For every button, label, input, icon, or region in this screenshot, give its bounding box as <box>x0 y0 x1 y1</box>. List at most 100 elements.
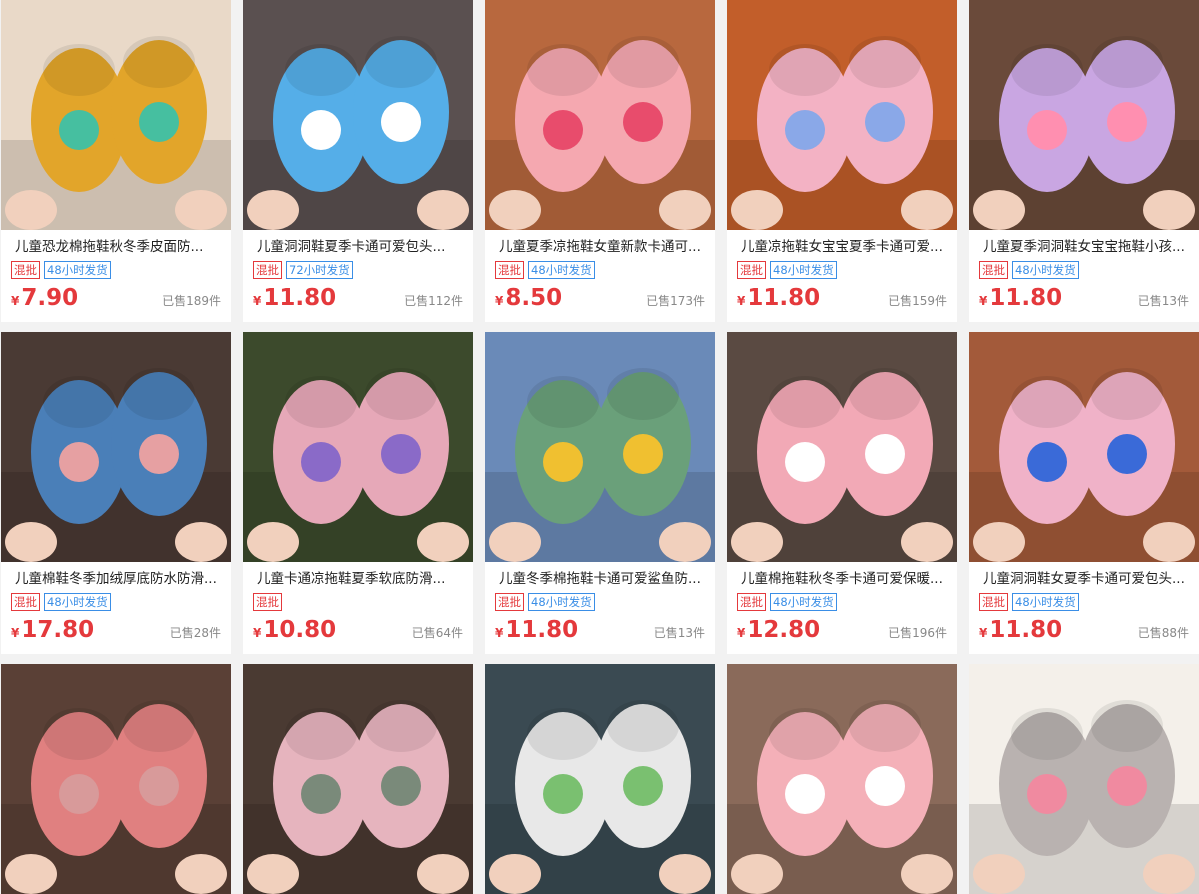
product-card[interactable]: 儿童冬季棉拖鞋卡通可爱鲨鱼防... 混批 48小时发货 ¥11.80 已售13件 <box>485 332 715 654</box>
product-card[interactable]: 儿童卡通凉拖鞋夏季软底防滑... 混批 ¥10.80 已售64件 <box>243 332 473 654</box>
product-card[interactable]: 儿童棉鞋冬季加绒厚底防水防滑... 混批 48小时发货 ¥17.80 已售28件 <box>1 332 231 654</box>
product-card[interactable]: 儿童洞洞鞋女夏季卡通可爱包头... 混批 48小时发货 ¥11.80 已售88件 <box>969 332 1199 654</box>
product-thumbnail[interactable] <box>243 0 473 230</box>
product-thumbnail[interactable] <box>969 664 1199 894</box>
product-card[interactable]: 儿童凉拖鞋女宝宝夏季卡通可爱... 混批 48小时发货 ¥11.80 已售159件 <box>727 0 957 322</box>
product-image[interactable] <box>243 0 473 230</box>
shipping-badge: 48小时发货 <box>770 593 837 611</box>
product-title[interactable]: 儿童洞洞鞋女夏季卡通可爱包头... <box>983 570 1189 588</box>
product-image[interactable] <box>485 0 715 230</box>
product-title[interactable]: 儿童洞洞鞋夏季卡通可爱包头... <box>257 238 463 256</box>
product-thumbnail[interactable] <box>485 332 715 562</box>
product-image[interactable] <box>1 332 231 562</box>
product-tags: 混批 48小时发货 <box>495 593 715 611</box>
product-price: ¥17.80 <box>11 617 94 643</box>
product-tags: 混批 48小时发货 <box>979 593 1199 611</box>
currency-symbol: ¥ <box>979 626 988 640</box>
product-thumbnail[interactable] <box>969 332 1199 562</box>
product-thumbnail[interactable] <box>243 664 473 894</box>
price-row: ¥8.50 已售173件 <box>495 285 705 311</box>
product-image[interactable] <box>485 664 715 894</box>
product-card[interactable] <box>969 664 1199 894</box>
product-image[interactable] <box>727 0 957 230</box>
price-row: ¥10.80 已售64件 <box>253 617 463 643</box>
mixed-batch-badge: 混批 <box>495 593 524 611</box>
product-card[interactable] <box>727 664 957 894</box>
product-price: ¥11.80 <box>979 285 1062 311</box>
mixed-batch-badge: 混批 <box>11 261 40 279</box>
sold-count: 已售88件 <box>1137 626 1189 640</box>
product-image[interactable] <box>485 332 715 562</box>
product-price: ¥10.80 <box>253 617 336 643</box>
product-card[interactable]: 儿童恐龙棉拖鞋秋冬季皮面防... 混批 48小时发货 ¥7.90 已售189件 <box>1 0 231 322</box>
product-thumbnail[interactable] <box>727 0 957 230</box>
product-image[interactable] <box>727 332 957 562</box>
currency-symbol: ¥ <box>495 626 504 640</box>
product-title[interactable]: 儿童棉鞋冬季加绒厚底防水防滑... <box>15 570 221 588</box>
price-row: ¥7.90 已售189件 <box>11 285 221 311</box>
sold-count: 已售159件 <box>888 294 947 308</box>
product-card[interactable]: 儿童夏季洞洞鞋女宝宝拖鞋小孩... 混批 48小时发货 ¥11.80 已售13件 <box>969 0 1199 322</box>
product-tags: 混批 48小时发货 <box>495 261 715 279</box>
price-value: 17.80 <box>21 617 95 643</box>
product-card[interactable]: 儿童夏季凉拖鞋女童新款卡通可... 混批 48小时发货 ¥8.50 已售173件 <box>485 0 715 322</box>
product-title[interactable]: 儿童恐龙棉拖鞋秋冬季皮面防... <box>15 238 221 256</box>
product-thumbnail[interactable] <box>727 332 957 562</box>
price-value: 11.80 <box>989 285 1063 311</box>
product-card[interactable] <box>1 664 231 894</box>
shipping-badge: 48小时发货 <box>1012 593 1079 611</box>
product-thumbnail[interactable] <box>1 664 231 894</box>
sold-count: 已售112件 <box>404 294 463 308</box>
mixed-batch-badge: 混批 <box>737 261 766 279</box>
product-image[interactable] <box>1 0 231 230</box>
currency-symbol: ¥ <box>11 626 20 640</box>
price-row: ¥11.80 已售88件 <box>979 617 1189 643</box>
product-title[interactable]: 儿童夏季凉拖鞋女童新款卡通可... <box>499 238 705 256</box>
price-value: 11.80 <box>747 285 821 311</box>
mixed-batch-badge: 混批 <box>11 593 40 611</box>
price-row: ¥11.80 已售13件 <box>495 617 705 643</box>
mixed-batch-badge: 混批 <box>979 593 1008 611</box>
product-price: ¥11.80 <box>253 285 336 311</box>
product-tags: 混批 48小时发货 <box>11 261 231 279</box>
product-thumbnail[interactable] <box>243 332 473 562</box>
product-thumbnail[interactable] <box>969 0 1199 230</box>
product-title[interactable]: 儿童冬季棉拖鞋卡通可爱鲨鱼防... <box>499 570 705 588</box>
price-value: 11.80 <box>989 617 1063 643</box>
product-thumbnail[interactable] <box>485 664 715 894</box>
product-card[interactable] <box>243 664 473 894</box>
product-thumbnail[interactable] <box>485 0 715 230</box>
product-title[interactable]: 儿童棉拖鞋秋冬季卡通可爱保暖... <box>741 570 947 588</box>
product-price: ¥11.80 <box>737 285 820 311</box>
product-title[interactable]: 儿童凉拖鞋女宝宝夏季卡通可爱... <box>741 238 947 256</box>
product-card[interactable]: 儿童洞洞鞋夏季卡通可爱包头... 混批 72小时发货 ¥11.80 已售112件 <box>243 0 473 322</box>
product-card[interactable] <box>485 664 715 894</box>
currency-symbol: ¥ <box>253 626 262 640</box>
shipping-badge: 48小时发货 <box>528 261 595 279</box>
product-thumbnail[interactable] <box>1 0 231 230</box>
currency-symbol: ¥ <box>253 294 262 308</box>
product-image[interactable] <box>243 664 473 894</box>
product-tags: 混批 72小时发货 <box>253 261 473 279</box>
product-thumbnail[interactable] <box>727 664 957 894</box>
product-image[interactable] <box>969 332 1199 562</box>
product-tags: 混批 48小时发货 <box>737 261 957 279</box>
product-image[interactable] <box>727 664 957 894</box>
product-image[interactable] <box>1 664 231 894</box>
shipping-badge: 48小时发货 <box>528 593 595 611</box>
price-value: 11.80 <box>263 285 337 311</box>
product-title[interactable]: 儿童夏季洞洞鞋女宝宝拖鞋小孩... <box>983 238 1189 256</box>
product-card[interactable]: 儿童棉拖鞋秋冬季卡通可爱保暖... 混批 48小时发货 ¥12.80 已售196件 <box>727 332 957 654</box>
price-row: ¥11.80 已售112件 <box>253 285 463 311</box>
product-tags: 混批 <box>253 593 473 611</box>
product-image[interactable] <box>969 664 1199 894</box>
product-tags: 混批 48小时发货 <box>979 261 1199 279</box>
product-image[interactable] <box>243 332 473 562</box>
product-price: ¥11.80 <box>979 617 1062 643</box>
product-title[interactable]: 儿童卡通凉拖鞋夏季软底防滑... <box>257 570 463 588</box>
currency-symbol: ¥ <box>737 294 746 308</box>
price-row: ¥11.80 已售159件 <box>737 285 947 311</box>
product-image[interactable] <box>969 0 1199 230</box>
currency-symbol: ¥ <box>737 626 746 640</box>
product-thumbnail[interactable] <box>1 332 231 562</box>
